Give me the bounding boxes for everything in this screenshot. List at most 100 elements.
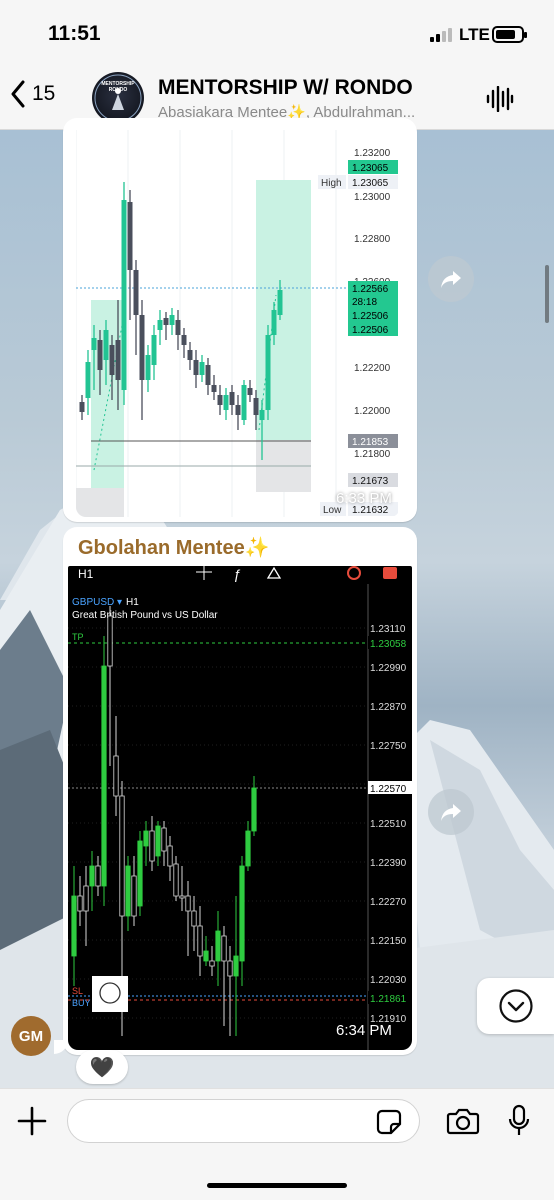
candle-body [173,863,179,897]
network-type: LTE [459,25,490,44]
candle-body [151,335,157,365]
microphone-icon[interactable] [508,1104,530,1138]
candle-body [193,360,199,375]
chart-image-2[interactable]: H1 ƒ GBPUSD ▾ H1 Great British Pound vs US … [68,566,412,1050]
forward-button[interactable] [428,789,474,835]
candle-body [145,355,151,380]
chevron-left-icon [11,80,25,108]
scrollbar[interactable] [545,265,549,323]
candle-body [251,787,257,832]
candle-body [133,270,139,315]
objects-icon [266,566,282,579]
sender-name[interactable]: Gbolahan Mentee✨ [78,535,270,560]
candle-body [191,910,197,927]
reaction-badge[interactable]: 🖤 [76,1050,128,1084]
signal-icon [430,28,452,42]
symbol-description: Great British Pound vs US Dollar [72,610,218,621]
candle-body [235,405,241,415]
scroll-to-bottom-button[interactable] [477,978,554,1034]
chart-image-1[interactable]: 1.232001.230001.228001.226001.224001.222… [76,130,400,517]
candle-body [199,362,205,375]
sticker-icon[interactable] [376,1109,402,1135]
battery-icon [492,26,527,43]
tp-label: TP [72,632,84,642]
candle-body [265,335,271,410]
candle-body [233,955,239,977]
candle-body [127,202,133,270]
candle-body [169,315,175,325]
y-tick-label: 1.22150 [370,936,407,947]
high-value-badge: 1.23065 [352,178,389,189]
candle-body [181,335,187,345]
chat-title[interactable]: MENTORSHIP W/ RONDO [158,76,413,100]
unread-count: 15 [32,82,56,105]
candle-body [131,875,137,917]
timeframe-label: H1 [78,567,94,581]
low-value-badge: 1.21673 [352,476,389,487]
indicator-icon: ƒ [233,566,241,582]
candle-body [205,365,211,385]
status-bar: 11:51 LTE [0,0,554,66]
candle-body [103,330,109,360]
y-tick-label: 1.22200 [354,363,391,374]
y-tick-label: 1.22750 [370,741,407,752]
candle-body [175,320,181,335]
candle-body [277,290,283,315]
candle-body [113,755,119,797]
status-time: 11:51 [48,22,101,45]
y-tick-label: 1.22800 [354,234,391,245]
candle-body [253,398,259,415]
countdown-badge: 28:18 [352,297,377,308]
chevron-down-circle-icon [498,989,533,1023]
top-value-badge: 1.23065 [352,163,389,174]
y-tick-label: 1.23110 [370,624,406,635]
sender-avatar[interactable]: GM [11,1016,51,1056]
candle-body [223,395,229,410]
candle-body [187,350,193,360]
candle-body [185,895,191,912]
candle-body [71,895,77,957]
candle-body [229,392,235,405]
y-tick-label: 1.22870 [370,702,407,713]
candle-body [85,362,91,398]
home-indicator [207,1183,347,1188]
candle-body [239,865,245,962]
message-time: 6:34 PM [336,1022,392,1039]
share-arrow-icon [441,804,461,821]
group-avatar[interactable]: MENTORSHIP RONDO [92,72,144,124]
candle-body [101,665,107,887]
price-badge: 1.22566 [352,284,389,295]
sl-label: SL [72,986,83,996]
y-tick-label: 1.22000 [354,406,391,417]
candle-body [245,830,251,867]
candle-body [89,865,95,887]
level-badge: 1.21853 [352,437,389,448]
y-tick-label: 1.22990 [370,663,407,674]
candle-body [215,930,221,962]
candle-body [119,795,125,917]
plus-icon[interactable] [16,1105,48,1137]
y-tick-label: 1.22030 [370,975,407,986]
candle-body [97,340,103,370]
camera-icon[interactable] [446,1107,480,1135]
candle-body [83,885,89,912]
candle-body [157,320,163,330]
forward-button[interactable] [428,256,474,302]
y-tick-label: 1.23200 [354,148,391,159]
candle-body [179,895,185,899]
message-input[interactable] [67,1099,420,1143]
tp-value-badge: 1.23058 [370,639,407,650]
candle-body [149,830,155,862]
high-tag: High [321,178,342,189]
symbol-label: GBPUSD ▾ [72,597,122,608]
message-composer [0,1088,554,1200]
candle-body [125,865,131,917]
back-button[interactable]: 15 [10,80,55,108]
candle-body [107,615,113,667]
target-zone [256,180,311,440]
candle-body [95,865,101,887]
trade-icon [383,567,397,579]
price-badge: 1.22506 [352,311,389,322]
audio-waveform-icon[interactable] [486,86,514,112]
candle-body [227,960,233,977]
